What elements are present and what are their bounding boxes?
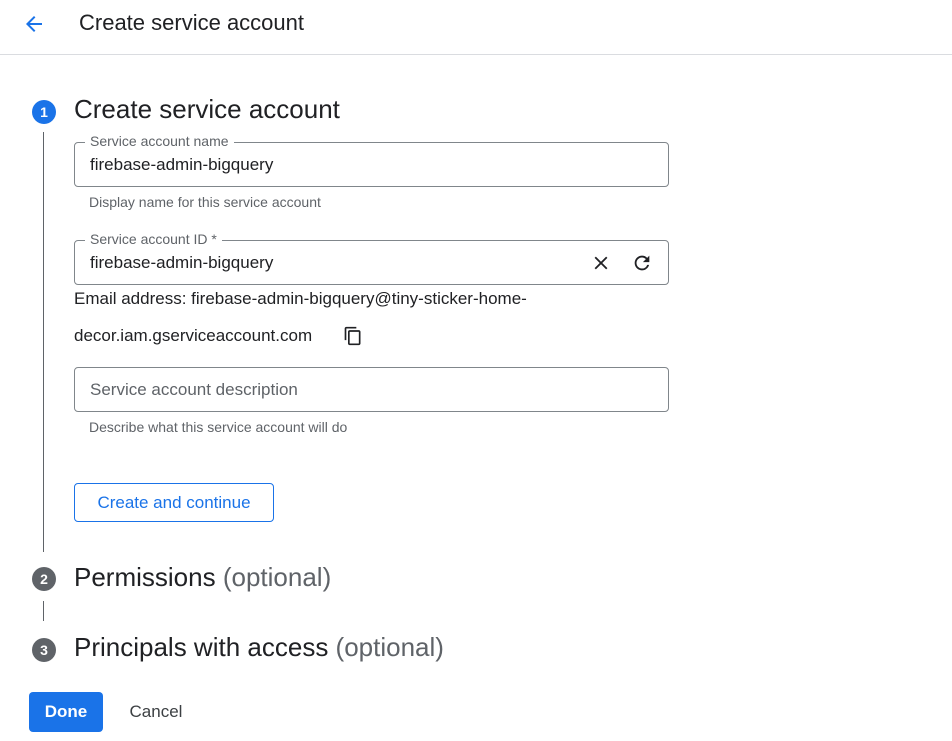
arrow-back-icon — [26, 16, 42, 32]
clear-id-button[interactable] — [587, 249, 615, 277]
service-account-name-field[interactable]: Service account name firebase-admin-bigq… — [74, 133, 669, 187]
service-account-description-hint: Describe what this service account will … — [89, 419, 348, 435]
step-1-title-text: Create service account — [74, 94, 340, 124]
top-app-bar: Create service account — [0, 0, 952, 55]
service-account-id-field[interactable]: Service account ID * firebase-admin-bigq… — [74, 231, 669, 285]
step-3-number: 3 — [32, 638, 56, 662]
step-3-optional: (optional) — [335, 632, 444, 662]
page-title: Create service account — [79, 10, 304, 35]
step-1-number: 1 — [32, 100, 56, 124]
step-2-title-text: Permissions — [74, 562, 216, 592]
done-button[interactable]: Done — [29, 692, 103, 732]
step-3-title-text: Principals with access — [74, 632, 329, 662]
copy-email-button[interactable] — [339, 322, 367, 350]
step-2-title[interactable]: Permissions (optional) — [74, 562, 331, 593]
step-connector-line — [43, 132, 44, 552]
close-icon — [594, 256, 608, 270]
email-address-line-2: decor.iam.gserviceaccount.com — [74, 326, 313, 345]
step-2-number: 2 — [32, 567, 56, 591]
create-and-continue-button[interactable]: Create and continue — [74, 483, 274, 522]
step-1-title: Create service account — [74, 94, 340, 125]
copy-icon — [344, 326, 361, 346]
back-button[interactable] — [18, 8, 50, 40]
step-3-title[interactable]: Principals with access (optional) — [74, 632, 444, 663]
email-address-line-1: Email address: firebase-admin-bigquery@t… — [74, 289, 527, 308]
service-account-name-value[interactable]: firebase-admin-bigquery — [90, 155, 273, 175]
step-2-optional: (optional) — [222, 562, 332, 592]
cancel-button[interactable]: Cancel — [118, 692, 194, 732]
regenerate-id-button[interactable] — [628, 249, 656, 277]
service-account-id-label: Service account ID * — [85, 231, 222, 247]
service-account-name-label: Service account name — [85, 133, 234, 149]
refresh-icon — [634, 255, 650, 271]
service-account-id-value[interactable]: firebase-admin-bigquery — [90, 253, 273, 273]
service-account-description-placeholder[interactable]: Service account description — [90, 380, 298, 400]
step-connector-line-2 — [43, 601, 44, 621]
service-account-name-hint: Display name for this service account — [89, 194, 321, 210]
service-account-description-field[interactable]: Service account description — [74, 367, 669, 412]
